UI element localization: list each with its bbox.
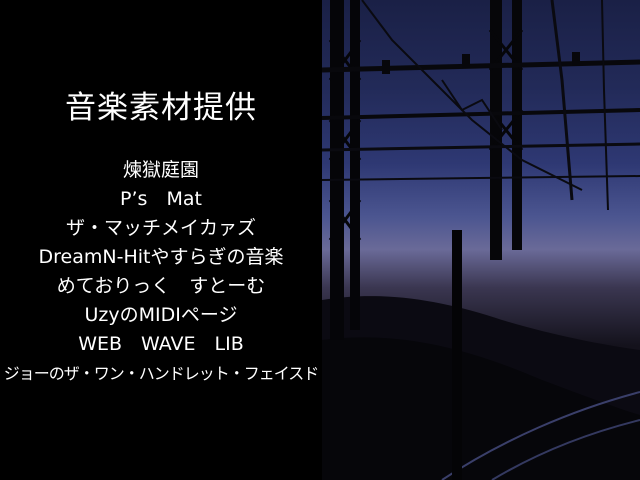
overhead-line-silhouette: [322, 0, 640, 480]
credit-item: ジョーのザ・ワン・ハンドレット・フェイスド: [3, 364, 320, 383]
credits-panel: 音楽素材提供 煉獄庭園 P’s Mat ザ・マッチメイカァズ DreamN-Hi…: [0, 0, 322, 480]
credit-item: 煉獄庭園: [122, 159, 199, 181]
credit-item: めておりっく すとーむ: [56, 275, 266, 297]
credit-item: P’s Mat: [120, 188, 202, 210]
credit-item: WEB WAVE LIB: [78, 333, 244, 355]
credits-list: 煉獄庭園 P’s Mat ザ・マッチメイカァズ DreamN-Hitやすらぎの音…: [0, 156, 322, 388]
railway-dusk-photo: [322, 0, 640, 480]
credit-item: DreamN-Hitやすらぎの音楽: [38, 246, 284, 268]
credits-title: 音楽素材提供: [65, 90, 257, 126]
credit-item: ザ・マッチメイカァズ: [65, 217, 256, 239]
credits-screen: 音楽素材提供 煉獄庭園 P’s Mat ザ・マッチメイカァズ DreamN-Hi…: [0, 0, 640, 480]
credit-item: UzyのMIDIページ: [84, 304, 238, 326]
